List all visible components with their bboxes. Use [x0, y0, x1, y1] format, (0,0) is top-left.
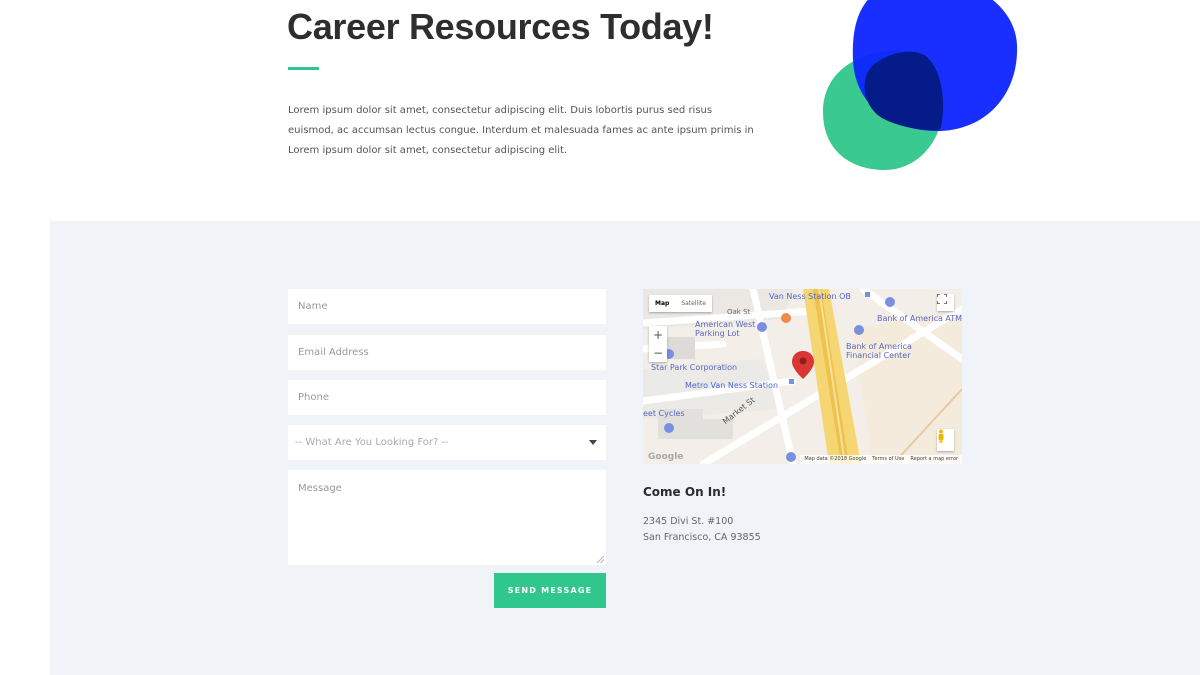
map-label: Oak St [727, 308, 751, 316]
name-input[interactable]: Name [288, 289, 606, 324]
map-type-toggle[interactable]: Map Satellite [649, 295, 712, 312]
zoom-out-button[interactable]: − [649, 344, 667, 362]
name-placeholder: Name [298, 301, 328, 312]
map-attribution: Map data ©2018 Google Terms of Use Repor… [800, 455, 962, 464]
looking-for-select[interactable]: -- What Are You Looking For? -- [288, 425, 606, 460]
report-error-link[interactable]: Report a map error [910, 455, 958, 464]
google-logo: Google [648, 452, 684, 462]
address-line-1: 2345 Divi St. #100 [643, 516, 734, 527]
map-label: Metro Van Ness Station [685, 381, 779, 390]
fullscreen-icon[interactable] [937, 294, 954, 311]
chevron-down-icon [589, 440, 597, 445]
page: Career Resources Today! Lorem ipsum dolo… [0, 0, 1200, 675]
hero-description: Lorem ipsum dolor sit amet, consectetur … [288, 105, 754, 156]
map-type-satellite[interactable]: Satellite [675, 295, 712, 312]
message-placeholder: Message [298, 483, 342, 494]
phone-placeholder: Phone [298, 392, 329, 403]
contact-title: Come On In! [643, 485, 727, 499]
address-block: 2345 Divi St. #100 San Francisco, CA 938… [643, 514, 761, 546]
phone-input[interactable]: Phone [288, 380, 606, 415]
zoom-in-button[interactable]: + [649, 326, 667, 344]
map-label: Bank of America ATM [877, 314, 962, 323]
terms-link[interactable]: Terms of Use [872, 455, 904, 464]
address-line-2: San Francisco, CA 93855 [643, 532, 761, 543]
email-placeholder: Email Address [298, 347, 369, 358]
send-message-button[interactable]: SEND MESSAGE [494, 573, 606, 608]
map-label: American West Parking Lot [695, 320, 756, 338]
email-input[interactable]: Email Address [288, 335, 606, 370]
page-title: Career Resources Today! [287, 6, 714, 47]
contact-section [50, 221, 1200, 675]
map-type-map[interactable]: Map [649, 295, 675, 312]
map-label: Bank of America Financial Center [846, 342, 912, 360]
map-data-credit: Map data ©2018 Google [804, 456, 867, 462]
map-label: eet Cycles [643, 409, 685, 418]
map-label: Van Ness Station OB [769, 292, 851, 301]
message-textarea[interactable]: Message [288, 470, 606, 565]
google-map[interactable]: Van Ness Station OB Oak St American West… [643, 289, 962, 464]
resize-handle-icon[interactable] [597, 556, 604, 563]
title-divider [288, 67, 319, 70]
map-label: Star Park Corporation [651, 363, 738, 372]
zoom-controls: + − [649, 326, 667, 362]
select-value: -- What Are You Looking For? -- [295, 437, 449, 448]
decorative-blobs [823, 0, 1018, 171]
pegman-icon[interactable] [937, 429, 954, 451]
